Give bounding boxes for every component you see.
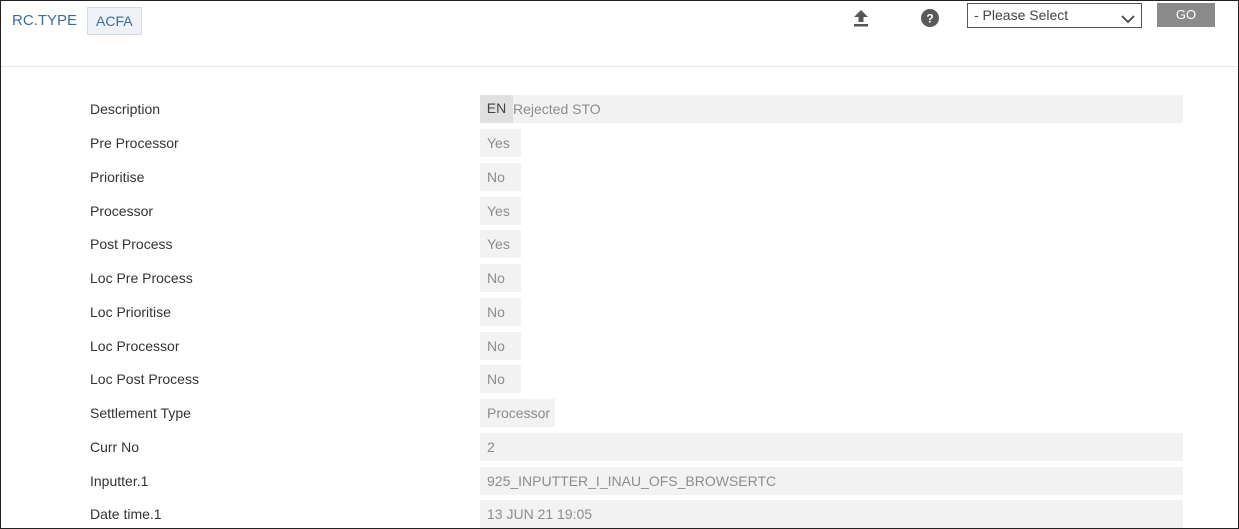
field-row-pre-processor: Pre Processor Yes [1, 129, 1238, 157]
field-label: Date time.1 [90, 506, 162, 522]
description-text: Rejected STO [513, 101, 601, 117]
field-value: Processor [480, 399, 555, 427]
field-value: 2 [480, 433, 1183, 461]
field-row-curr-no: Curr No 2 [1, 433, 1238, 461]
field-label: Loc Processor [90, 338, 180, 354]
app-title: RC.TYPE [12, 12, 78, 29]
field-label: Inputter.1 [90, 473, 149, 489]
field-row-loc-pre-process: Loc Pre Process No [1, 264, 1238, 292]
field-label: Curr No [90, 439, 140, 455]
field-label: Loc Post Process [90, 371, 199, 387]
upload-icon[interactable] [853, 9, 869, 27]
language-tag[interactable]: EN [480, 95, 513, 123]
svg-text:?: ? [926, 12, 933, 26]
chevron-down-icon [1121, 9, 1135, 24]
field-value: EN Rejected STO [480, 95, 1183, 123]
field-value: No [480, 264, 521, 292]
header-bar: RC.TYPE ACFA ? - Please Select GO [1, 1, 1238, 67]
field-row-processor: Processor Yes [1, 197, 1238, 225]
field-label: Settlement Type [90, 405, 191, 421]
field-value: Yes [480, 230, 521, 258]
field-label: Prioritise [90, 169, 145, 185]
field-row-prioritise: Prioritise No [1, 163, 1238, 191]
field-row-settlement-type: Settlement Type Processor [1, 399, 1238, 427]
field-row-loc-post-process: Loc Post Process No [1, 365, 1238, 393]
record-id-badge[interactable]: ACFA [87, 7, 142, 35]
main-frame: RC.TYPE ACFA ? - Please Select GO Descri… [0, 0, 1239, 529]
select-value: - Please Select [974, 7, 1069, 23]
field-label: Loc Pre Process [90, 270, 193, 286]
help-icon[interactable]: ? [921, 9, 939, 27]
field-label: Description [90, 101, 161, 117]
field-value: Yes [480, 129, 521, 157]
field-label: Post Process [90, 236, 173, 252]
field-row-inputter: Inputter.1 925_INPUTTER_I_INAU_OFS_BROWS… [1, 467, 1238, 495]
field-row-loc-prioritise: Loc Prioritise No [1, 298, 1238, 326]
action-select[interactable]: - Please Select [967, 3, 1142, 28]
field-label: Pre Processor [90, 135, 179, 151]
field-value: 925_INPUTTER_I_INAU_OFS_BROWSERTC [480, 467, 1183, 495]
field-value: 13 JUN 21 19:05 [480, 500, 1183, 528]
field-label: Processor [90, 203, 154, 219]
field-row-date-time: Date time.1 13 JUN 21 19:05 [1, 500, 1238, 528]
field-value: Yes [480, 197, 521, 225]
field-value: No [480, 298, 521, 326]
field-row-description: Description EN Rejected STO [1, 95, 1238, 123]
field-label: Loc Prioritise [90, 304, 171, 320]
field-row-loc-processor: Loc Processor No [1, 332, 1238, 360]
field-row-post-process: Post Process Yes [1, 230, 1238, 258]
field-value: No [480, 332, 521, 360]
field-value: No [480, 163, 521, 191]
field-value: No [480, 365, 521, 393]
go-button[interactable]: GO [1157, 3, 1215, 27]
